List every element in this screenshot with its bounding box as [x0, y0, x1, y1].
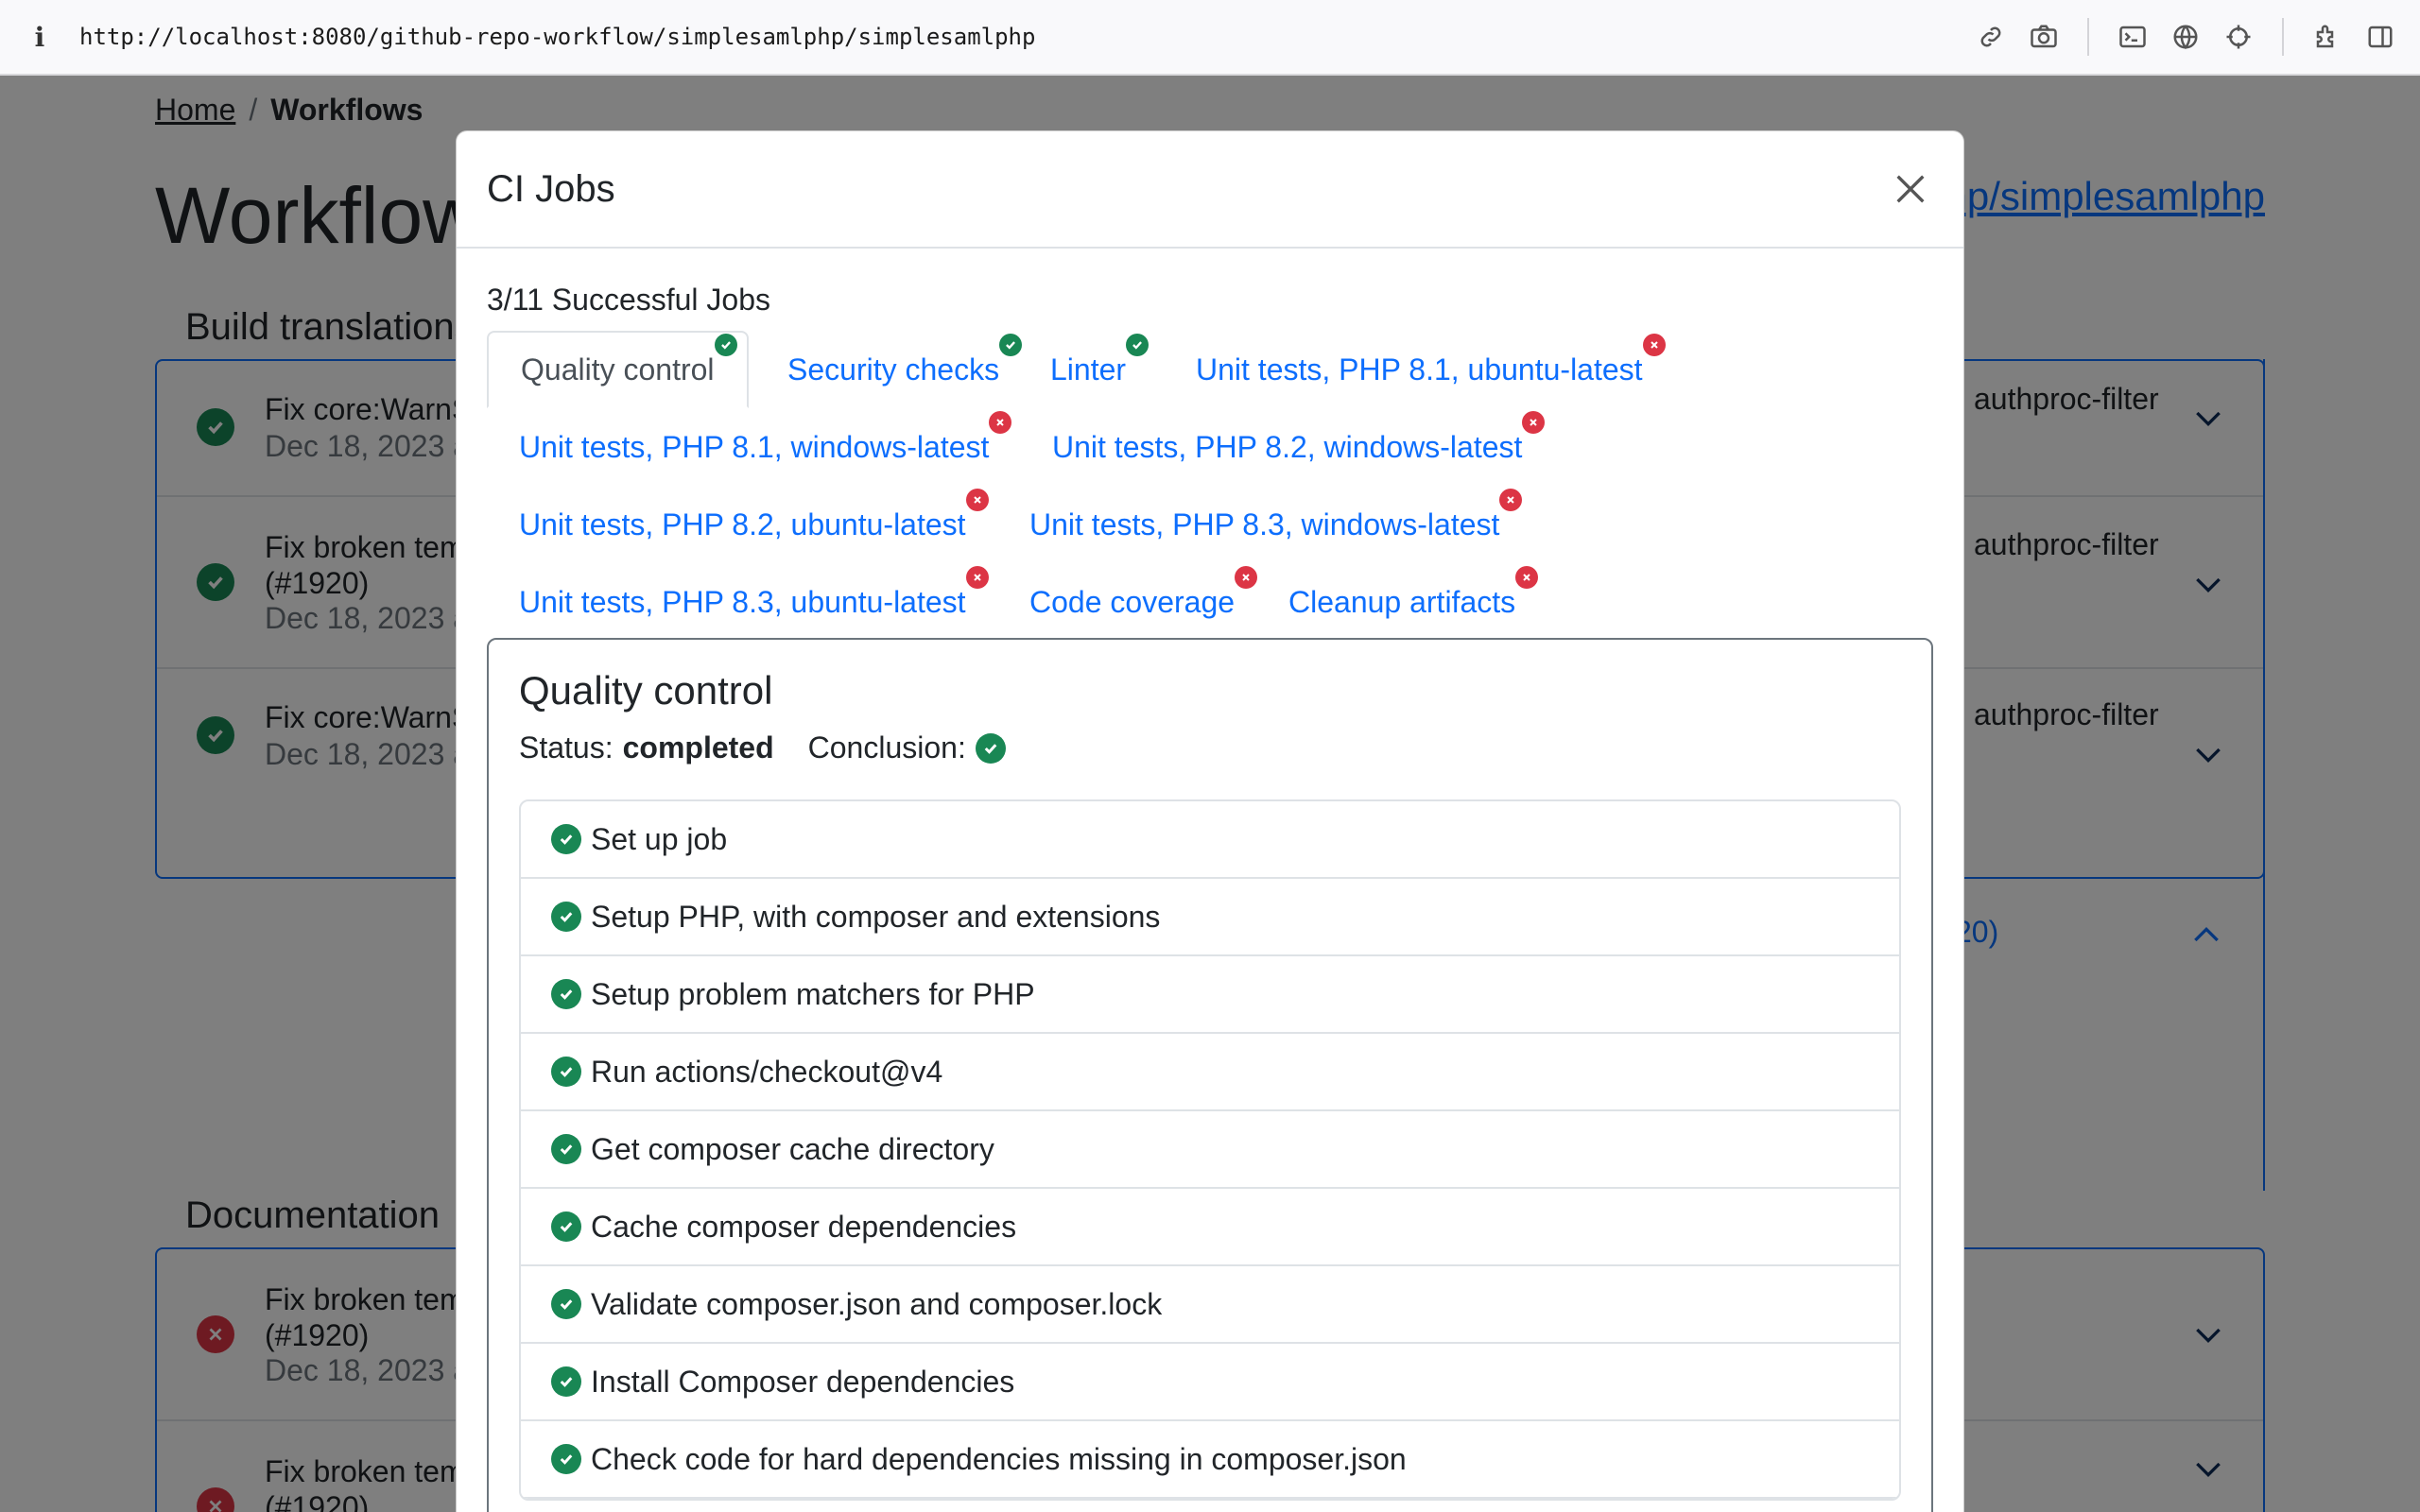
browser-toolbar: i http://localhost:8080/github-repo-work… — [0, 0, 2420, 76]
success-icon — [551, 824, 581, 854]
failure-icon — [989, 410, 1012, 434]
close-icon — [1896, 175, 1925, 203]
tab-security-checks[interactable]: Security checks — [755, 331, 1031, 408]
camera-icon[interactable] — [2027, 20, 2061, 54]
tab-unit-tests-php83-ubuntu[interactable]: Unit tests, PHP 8.3, ubuntu-latest — [487, 563, 998, 641]
address-bar[interactable]: http://localhost:8080/github-repo-workfl… — [79, 24, 1974, 50]
step-item[interactable]: Install Composer dependencies — [521, 1344, 1899, 1421]
tab-code-coverage[interactable]: Code coverage — [997, 563, 1267, 641]
tab-unit-tests-php83-windows[interactable]: Unit tests, PHP 8.3, windows-latest — [997, 486, 1531, 563]
job-title: Quality control — [519, 668, 773, 713]
step-label: Setup problem matchers for PHP — [591, 976, 1035, 1011]
failure-icon — [1522, 410, 1546, 434]
step-item[interactable]: Set up job — [521, 801, 1899, 879]
success-icon — [551, 1289, 581, 1319]
sidebar-toggle-icon[interactable] — [2363, 20, 2397, 54]
tab-quality-control[interactable]: Quality control — [487, 331, 749, 408]
failure-icon — [1235, 565, 1258, 589]
step-label: Set up job — [591, 821, 728, 856]
tab-label: Unit tests, PHP 8.2, ubuntu-latest — [519, 488, 989, 542]
step-label: Install Composer dependencies — [591, 1364, 1015, 1399]
step-label: Cache composer dependencies — [591, 1209, 1017, 1244]
success-icon — [551, 902, 581, 932]
success-icon — [551, 1057, 581, 1087]
success-icon — [551, 1366, 581, 1397]
tab-label: Security checks — [787, 333, 1023, 387]
globe-icon[interactable] — [2169, 20, 2203, 54]
tab-unit-tests-php82-windows[interactable]: Unit tests, PHP 8.2, windows-latest — [1020, 408, 1554, 486]
success-icon — [551, 979, 581, 1009]
tab-cleanup-artifacts[interactable]: Cleanup artifacts — [1256, 563, 1547, 641]
tab-label: Cleanup artifacts — [1288, 565, 1539, 620]
step-label: Setup PHP, with composer and extensions — [591, 899, 1161, 934]
step-item[interactable]: Check code for hard dependencies missing… — [521, 1421, 1899, 1499]
success-icon — [1126, 333, 1150, 356]
extensions-icon[interactable] — [2310, 20, 2344, 54]
step-label: Validate composer.json and composer.lock — [591, 1286, 1163, 1321]
tab-label: Unit tests, PHP 8.3, ubuntu-latest — [519, 565, 989, 620]
tab-label: Unit tests, PHP 8.1, ubuntu-latest — [1196, 333, 1666, 387]
tab-unit-tests-php82-ubuntu[interactable]: Unit tests, PHP 8.2, ubuntu-latest — [487, 486, 998, 563]
step-label: Check code for hard dependencies missing… — [591, 1441, 1407, 1476]
tab-label: Code coverage — [1029, 565, 1258, 620]
step-item[interactable]: Setup problem matchers for PHP — [521, 956, 1899, 1034]
status-value: completed — [622, 730, 774, 765]
failure-icon — [1642, 333, 1666, 356]
terminal-icon[interactable] — [2116, 20, 2150, 54]
step-label: Run actions/checkout@v4 — [591, 1054, 943, 1089]
success-icon — [714, 333, 737, 356]
tab-label: Unit tests, PHP 8.1, windows-latest — [519, 410, 1012, 465]
failure-icon — [965, 488, 989, 511]
tab-label: Linter — [1050, 333, 1150, 387]
success-icon — [551, 1444, 581, 1474]
tab-linter[interactable]: Linter — [1018, 331, 1158, 408]
modal-body: 3/11 Successful Jobs Quality control Sec… — [457, 249, 1963, 643]
job-detail-panel: Quality control Status: completed Conclu… — [487, 638, 1933, 1512]
site-info-icon[interactable]: i — [0, 22, 79, 53]
status-label: Status: — [519, 730, 614, 765]
tab-unit-tests-php81-windows[interactable]: Unit tests, PHP 8.1, windows-latest — [487, 408, 1021, 486]
success-icon — [975, 732, 1006, 764]
failure-icon — [965, 565, 989, 589]
step-item[interactable]: Validate composer.json and composer.lock — [521, 1266, 1899, 1344]
success-icon — [551, 1211, 581, 1242]
conclusion-label: Conclusion: — [807, 730, 966, 765]
step-label: Get composer cache directory — [591, 1131, 994, 1166]
crosshair-icon[interactable] — [2221, 20, 2256, 54]
step-item[interactable]: Setup PHP, with composer and extensions — [521, 879, 1899, 956]
step-item[interactable]: Run actions/checkout@v4 — [521, 1034, 1899, 1111]
tab-label: Quality control — [521, 333, 737, 387]
modal-header: CI Jobs — [457, 131, 1963, 249]
jobs-summary: 3/11 Successful Jobs — [487, 283, 771, 317]
close-button[interactable] — [1888, 166, 1933, 212]
job-tabs: Quality control Security checks Linter U… — [487, 331, 1933, 643]
modal-title: CI Jobs — [487, 167, 615, 210]
step-item[interactable]: Get composer cache directory — [521, 1111, 1899, 1189]
ci-jobs-modal: CI Jobs 3/11 Successful Jobs Quality con… — [456, 130, 1964, 1512]
failure-icon — [1499, 488, 1523, 511]
link-icon[interactable] — [1974, 20, 2008, 54]
step-item[interactable]: Cache composer dependencies — [521, 1189, 1899, 1266]
tab-label: Unit tests, PHP 8.2, windows-latest — [1052, 410, 1546, 465]
failure-icon — [1515, 565, 1539, 589]
tab-unit-tests-php81-ubuntu[interactable]: Unit tests, PHP 8.1, ubuntu-latest — [1164, 331, 1675, 408]
job-steps-list: Set up job Setup PHP, with composer and … — [519, 799, 1901, 1501]
job-status-line: Status: completed Conclusion: — [519, 730, 1901, 765]
tab-label: Unit tests, PHP 8.3, windows-latest — [1029, 488, 1523, 542]
success-icon — [551, 1134, 581, 1164]
